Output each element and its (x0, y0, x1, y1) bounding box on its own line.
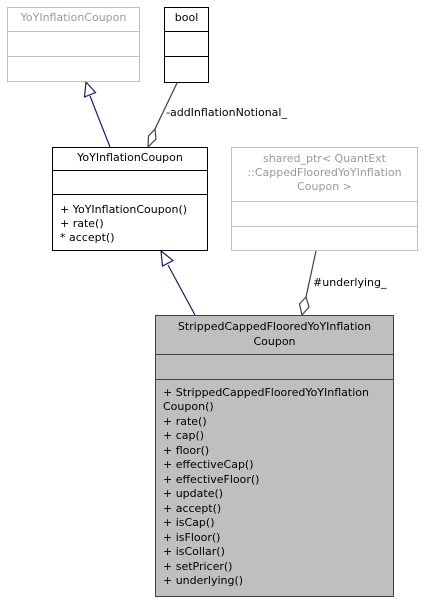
method-item: + isCap() (163, 516, 215, 529)
method-item: + effectiveFloor() (163, 473, 260, 486)
class-title-line: Coupon (253, 335, 296, 348)
usage-edge-underlying (305, 250, 317, 298)
inheritance-arrowhead-stripped-coupon (160, 249, 175, 267)
class-title: YoYInflationCoupon (20, 11, 127, 24)
inheritance-edge-stripped-coupon (167, 264, 196, 316)
class-node-stripped-capped-floored-yoy-inflation-coupon[interactable]: StrippedCappedFlooredYoYInflation Coupon… (155, 315, 394, 597)
methods-section (232, 226, 417, 250)
class-title-line: StrippedCappedFlooredYoYInflation (177, 320, 372, 333)
diamond-underlying (298, 295, 310, 317)
method-item: + isCollar() (163, 545, 225, 558)
method-item: + effectiveCap() (163, 458, 254, 471)
inheritance-arrowhead-coupon-base (83, 80, 97, 98)
attributes-section (165, 31, 208, 56)
method-item: * accept() (60, 231, 115, 244)
method-item: + cap() (163, 429, 205, 442)
method-item: + floor() (163, 444, 210, 457)
attributes-section (8, 31, 139, 56)
diamond-add-inflation-notional (147, 127, 157, 149)
method-item: + YoYInflationCoupon() (60, 203, 188, 216)
method-item: + update() (163, 487, 224, 500)
class-title-line: ::CappedFlooredYoYInflation (247, 166, 402, 179)
method-item: + setPricer() (163, 560, 233, 573)
method-item: + underlying() (163, 574, 244, 587)
class-node-base-yoy-inflation-coupon[interactable]: YoYInflationCoupon (7, 7, 140, 82)
inheritance-edge-coupon-base (89, 95, 111, 148)
class-node-shared-ptr[interactable]: shared_ptr< QuantExt ::CappedFlooredYoYI… (231, 147, 418, 251)
method-item: + rate() (60, 217, 104, 230)
methods-section (165, 56, 208, 82)
class-title: bool (174, 11, 199, 24)
attributes-section (232, 201, 417, 226)
attributes-section (156, 354, 393, 379)
attributes-section (53, 170, 207, 194)
method-item: + rate() (163, 415, 207, 428)
method-item: + isFloor() (163, 531, 221, 544)
class-title-line: Coupon > (297, 180, 352, 193)
methods-section: + StrippedCappedFlooredYoYInflation Coup… (156, 379, 393, 596)
class-title: YoYInflationCoupon (77, 151, 183, 164)
method-item: + accept() (163, 502, 222, 515)
method-item: Coupon() (163, 400, 214, 413)
class-node-yoy-inflation-coupon[interactable]: YoYInflationCoupon + YoYInflationCoupon(… (52, 147, 208, 251)
methods-section: + YoYInflationCoupon() + rate() * accept… (53, 194, 207, 250)
edge-label-underlying: #underlying_ (313, 276, 387, 289)
edge-label-add-inflation-notional: -addInflationNotional_ (166, 106, 287, 119)
method-item: + StrippedCappedFlooredYoYInflation (163, 386, 369, 399)
methods-section (8, 56, 139, 81)
class-node-bool[interactable]: bool (164, 7, 209, 83)
class-title-line: shared_ptr< QuantExt (263, 152, 386, 165)
